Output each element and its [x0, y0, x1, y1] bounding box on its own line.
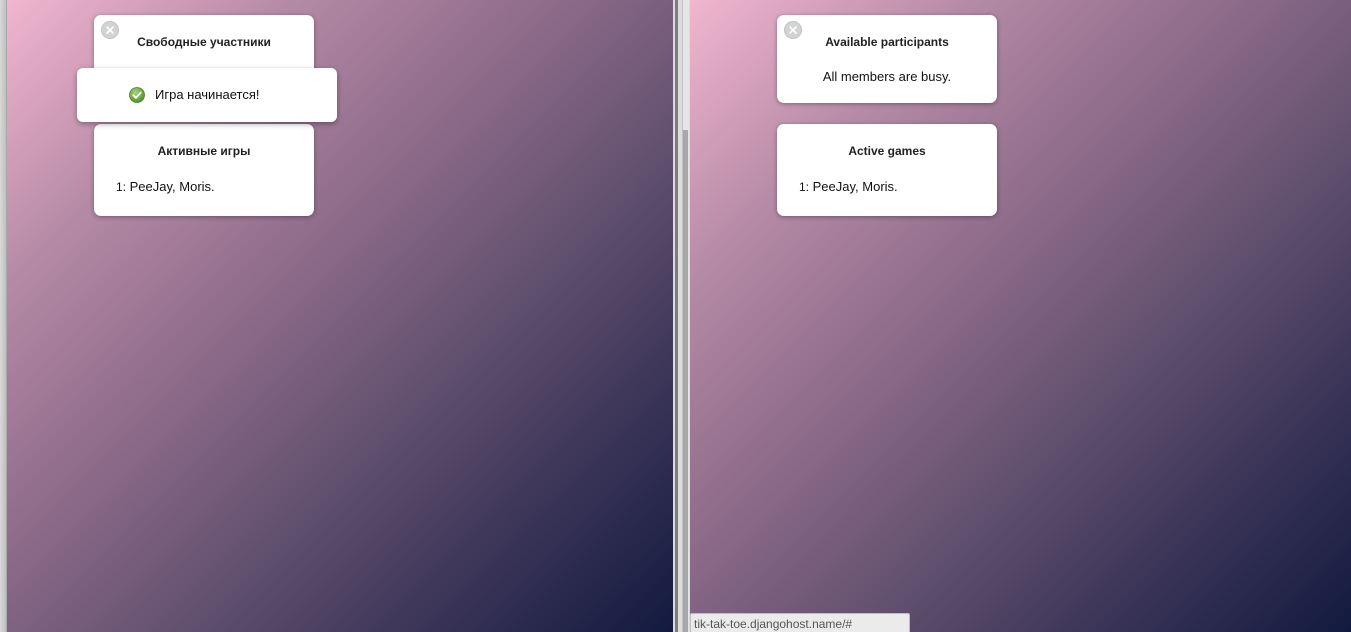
game-number: 1:	[799, 180, 810, 194]
close-icon	[789, 26, 797, 34]
participants-status-message: All members are busy.	[822, 69, 952, 84]
game-players: PeeJay, Moris.	[129, 179, 215, 194]
check-circle-icon	[129, 87, 145, 103]
window-edge	[0, 0, 7, 632]
status-url: tik-tak-toe.djangohost.name/#	[694, 617, 853, 631]
splitter-border	[675, 0, 678, 632]
notification-toast: Игра начинается!	[77, 68, 337, 122]
desktop-screen: Свободные участники Активные игры 1: Pee…	[0, 0, 1351, 632]
active-games-card: Active games 1: PeeJay, Moris.	[777, 124, 997, 216]
toast-message: Игра начинается!	[155, 87, 260, 102]
game-players: PeeJay, Moris.	[812, 179, 898, 194]
card-title: Available participants	[825, 35, 949, 49]
game-list-item[interactable]: 1: PeeJay, Moris.	[116, 179, 215, 194]
game-number: 1:	[116, 180, 127, 194]
card-title: Активные игры	[157, 144, 251, 158]
game-list-item[interactable]: 1: PeeJay, Moris.	[799, 179, 898, 194]
active-games-card: Активные игры 1: PeeJay, Moris.	[94, 124, 314, 216]
window-splitter[interactable]	[673, 0, 690, 632]
left-browser-viewport: Свободные участники Активные игры 1: Pee…	[7, 0, 673, 632]
close-icon	[106, 26, 114, 34]
card-title: Свободные участники	[137, 35, 271, 49]
scrollbar-thumb[interactable]	[683, 130, 688, 632]
browser-status-bar: tik-tak-toe.djangohost.name/#	[690, 613, 910, 632]
available-participants-card: Available participants All members are b…	[777, 15, 997, 103]
card-title: Active games	[848, 144, 926, 158]
right-browser-viewport: Available participants All members are b…	[690, 0, 1351, 632]
